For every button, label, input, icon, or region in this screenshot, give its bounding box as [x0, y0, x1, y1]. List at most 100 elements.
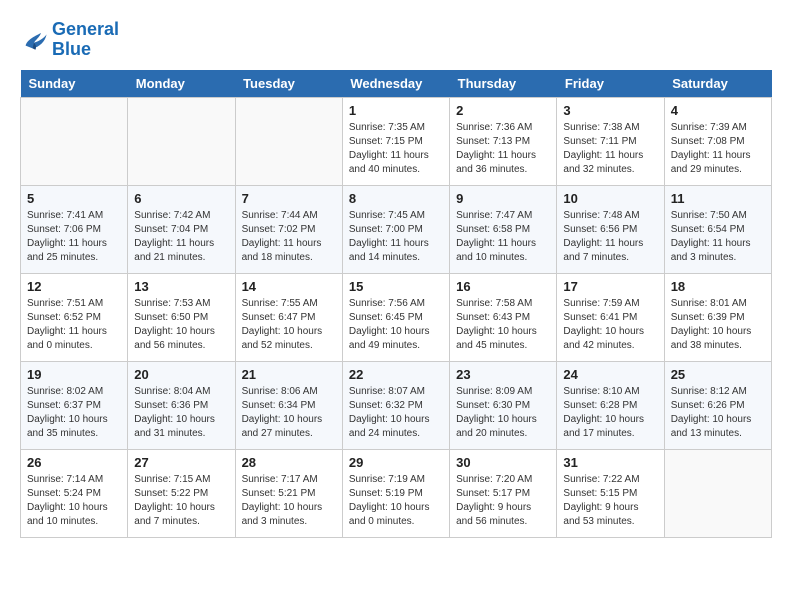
- day-number: 25: [671, 367, 765, 382]
- day-number: 4: [671, 103, 765, 118]
- calendar-cell: 15 Sunrise: 7:56 AM Sunset: 6:45 PM Dayli…: [342, 273, 449, 361]
- day-info: Sunrise: 7:47 AM Sunset: 6:58 PM Dayligh…: [456, 209, 550, 265]
- day-info: Sunrise: 8:06 AM Sunset: 6:34 PM Dayligh…: [242, 385, 336, 441]
- weekday-header-monday: Monday: [128, 70, 235, 98]
- day-info: Sunrise: 7:53 AM Sunset: 6:50 PM Dayligh…: [134, 297, 228, 353]
- logo: General Blue: [20, 20, 119, 60]
- day-info: Sunrise: 8:02 AM Sunset: 6:37 PM Dayligh…: [27, 385, 121, 441]
- day-number: 18: [671, 279, 765, 294]
- weekday-header-friday: Friday: [557, 70, 664, 98]
- day-number: 19: [27, 367, 121, 382]
- day-info: Sunrise: 7:59 AM Sunset: 6:41 PM Dayligh…: [563, 297, 657, 353]
- day-number: 9: [456, 191, 550, 206]
- calendar-cell: 18 Sunrise: 8:01 AM Sunset: 6:39 PM Dayli…: [664, 273, 771, 361]
- day-number: 15: [349, 279, 443, 294]
- calendar-cell: 4Sunrise: 7:39 AM Sunset: 7:08 PM Daylig…: [664, 97, 771, 185]
- day-number: 26: [27, 455, 121, 470]
- day-info: Sunrise: 7:19 AM Sunset: 5:19 PM Dayligh…: [349, 473, 443, 529]
- weekday-header-tuesday: Tuesday: [235, 70, 342, 98]
- week-row-5: 26Sunrise: 7:14 AM Sunset: 5:24 PM Dayli…: [21, 449, 772, 537]
- calendar-cell: [235, 97, 342, 185]
- logo-icon: [20, 26, 48, 54]
- day-number: 5: [27, 191, 121, 206]
- day-info: Sunrise: 8:09 AM Sunset: 6:30 PM Dayligh…: [456, 385, 550, 441]
- day-number: 3: [563, 103, 657, 118]
- calendar-cell: 2Sunrise: 7:36 AM Sunset: 7:13 PM Daylig…: [450, 97, 557, 185]
- day-number: 30: [456, 455, 550, 470]
- calendar-cell: 29 Sunrise: 7:19 AM Sunset: 5:19 PM Dayli…: [342, 449, 449, 537]
- day-info: Sunrise: 8:01 AM Sunset: 6:39 PM Dayligh…: [671, 297, 765, 353]
- calendar-cell: 5 Sunrise: 7:41 AM Sunset: 7:06 PM Daylig…: [21, 185, 128, 273]
- weekday-header-row: SundayMondayTuesdayWednesdayThursdayFrid…: [21, 70, 772, 98]
- calendar-cell: 26Sunrise: 7:14 AM Sunset: 5:24 PM Dayli…: [21, 449, 128, 537]
- calendar-table: SundayMondayTuesdayWednesdayThursdayFrid…: [20, 70, 772, 538]
- calendar-cell: 24 Sunrise: 8:10 AM Sunset: 6:28 PM Dayli…: [557, 361, 664, 449]
- weekday-header-thursday: Thursday: [450, 70, 557, 98]
- calendar-cell: [21, 97, 128, 185]
- day-number: 24: [563, 367, 657, 382]
- calendar-cell: 21 Sunrise: 8:06 AM Sunset: 6:34 PM Dayli…: [235, 361, 342, 449]
- page-header: General Blue: [20, 20, 772, 60]
- day-info: Sunrise: 7:50 AM Sunset: 6:54 PM Dayligh…: [671, 209, 765, 265]
- day-number: 7: [242, 191, 336, 206]
- weekday-header-saturday: Saturday: [664, 70, 771, 98]
- calendar-cell: [128, 97, 235, 185]
- day-info: Sunrise: 7:17 AM Sunset: 5:21 PM Dayligh…: [242, 473, 336, 529]
- day-number: 28: [242, 455, 336, 470]
- day-info: Sunrise: 7:58 AM Sunset: 6:43 PM Dayligh…: [456, 297, 550, 353]
- day-number: 11: [671, 191, 765, 206]
- day-info: Sunrise: 7:22 AM Sunset: 5:15 PM Dayligh…: [563, 473, 657, 529]
- day-number: 16: [456, 279, 550, 294]
- day-info: Sunrise: 7:48 AM Sunset: 6:56 PM Dayligh…: [563, 209, 657, 265]
- day-number: 14: [242, 279, 336, 294]
- day-number: 27: [134, 455, 228, 470]
- calendar-cell: 12Sunrise: 7:51 AM Sunset: 6:52 PM Dayli…: [21, 273, 128, 361]
- calendar-cell: 7 Sunrise: 7:44 AM Sunset: 7:02 PM Daylig…: [235, 185, 342, 273]
- day-info: Sunrise: 8:12 AM Sunset: 6:26 PM Dayligh…: [671, 385, 765, 441]
- week-row-3: 12Sunrise: 7:51 AM Sunset: 6:52 PM Dayli…: [21, 273, 772, 361]
- calendar-cell: 1 Sunrise: 7:35 AM Sunset: 7:15 PM Daylig…: [342, 97, 449, 185]
- calendar-cell: 17 Sunrise: 7:59 AM Sunset: 6:41 PM Dayli…: [557, 273, 664, 361]
- day-number: 29: [349, 455, 443, 470]
- day-number: 8: [349, 191, 443, 206]
- day-info: Sunrise: 7:44 AM Sunset: 7:02 PM Dayligh…: [242, 209, 336, 265]
- calendar-cell: 28 Sunrise: 7:17 AM Sunset: 5:21 PM Dayli…: [235, 449, 342, 537]
- day-info: Sunrise: 7:15 AM Sunset: 5:22 PM Dayligh…: [134, 473, 228, 529]
- calendar-cell: 6 Sunrise: 7:42 AM Sunset: 7:04 PM Daylig…: [128, 185, 235, 273]
- calendar-cell: 25 Sunrise: 8:12 AM Sunset: 6:26 PM Dayli…: [664, 361, 771, 449]
- week-row-2: 5 Sunrise: 7:41 AM Sunset: 7:06 PM Daylig…: [21, 185, 772, 273]
- day-info: Sunrise: 7:45 AM Sunset: 7:00 PM Dayligh…: [349, 209, 443, 265]
- calendar-cell: 19 Sunrise: 8:02 AM Sunset: 6:37 PM Dayli…: [21, 361, 128, 449]
- day-number: 17: [563, 279, 657, 294]
- week-row-4: 19 Sunrise: 8:02 AM Sunset: 6:37 PM Dayli…: [21, 361, 772, 449]
- day-info: Sunrise: 7:42 AM Sunset: 7:04 PM Dayligh…: [134, 209, 228, 265]
- day-number: 22: [349, 367, 443, 382]
- day-number: 6: [134, 191, 228, 206]
- calendar-cell: 10 Sunrise: 7:48 AM Sunset: 6:56 PM Dayli…: [557, 185, 664, 273]
- day-info: Sunrise: 7:51 AM Sunset: 6:52 PM Dayligh…: [27, 297, 121, 353]
- day-info: Sunrise: 7:41 AM Sunset: 7:06 PM Dayligh…: [27, 209, 121, 265]
- day-info: Sunrise: 7:35 AM Sunset: 7:15 PM Dayligh…: [349, 121, 443, 177]
- day-number: 10: [563, 191, 657, 206]
- calendar-cell: 22Sunrise: 8:07 AM Sunset: 6:32 PM Dayli…: [342, 361, 449, 449]
- calendar-cell: 8 Sunrise: 7:45 AM Sunset: 7:00 PM Daylig…: [342, 185, 449, 273]
- day-info: Sunrise: 7:38 AM Sunset: 7:11 PM Dayligh…: [563, 121, 657, 177]
- calendar-cell: 14Sunrise: 7:55 AM Sunset: 6:47 PM Dayli…: [235, 273, 342, 361]
- calendar-cell: [664, 449, 771, 537]
- calendar-cell: 13Sunrise: 7:53 AM Sunset: 6:50 PM Dayli…: [128, 273, 235, 361]
- calendar-cell: 9 Sunrise: 7:47 AM Sunset: 6:58 PM Daylig…: [450, 185, 557, 273]
- calendar-cell: 23 Sunrise: 8:09 AM Sunset: 6:30 PM Dayli…: [450, 361, 557, 449]
- day-number: 2: [456, 103, 550, 118]
- day-info: Sunrise: 7:56 AM Sunset: 6:45 PM Dayligh…: [349, 297, 443, 353]
- calendar-cell: 11 Sunrise: 7:50 AM Sunset: 6:54 PM Dayli…: [664, 185, 771, 273]
- day-number: 23: [456, 367, 550, 382]
- weekday-header-sunday: Sunday: [21, 70, 128, 98]
- day-info: Sunrise: 7:20 AM Sunset: 5:17 PM Dayligh…: [456, 473, 550, 529]
- calendar-cell: 3 Sunrise: 7:38 AM Sunset: 7:11 PM Daylig…: [557, 97, 664, 185]
- weekday-header-wednesday: Wednesday: [342, 70, 449, 98]
- day-number: 1: [349, 103, 443, 118]
- calendar-cell: 16 Sunrise: 7:58 AM Sunset: 6:43 PM Dayli…: [450, 273, 557, 361]
- day-number: 21: [242, 367, 336, 382]
- day-info: Sunrise: 8:10 AM Sunset: 6:28 PM Dayligh…: [563, 385, 657, 441]
- logo-text: General Blue: [52, 20, 119, 60]
